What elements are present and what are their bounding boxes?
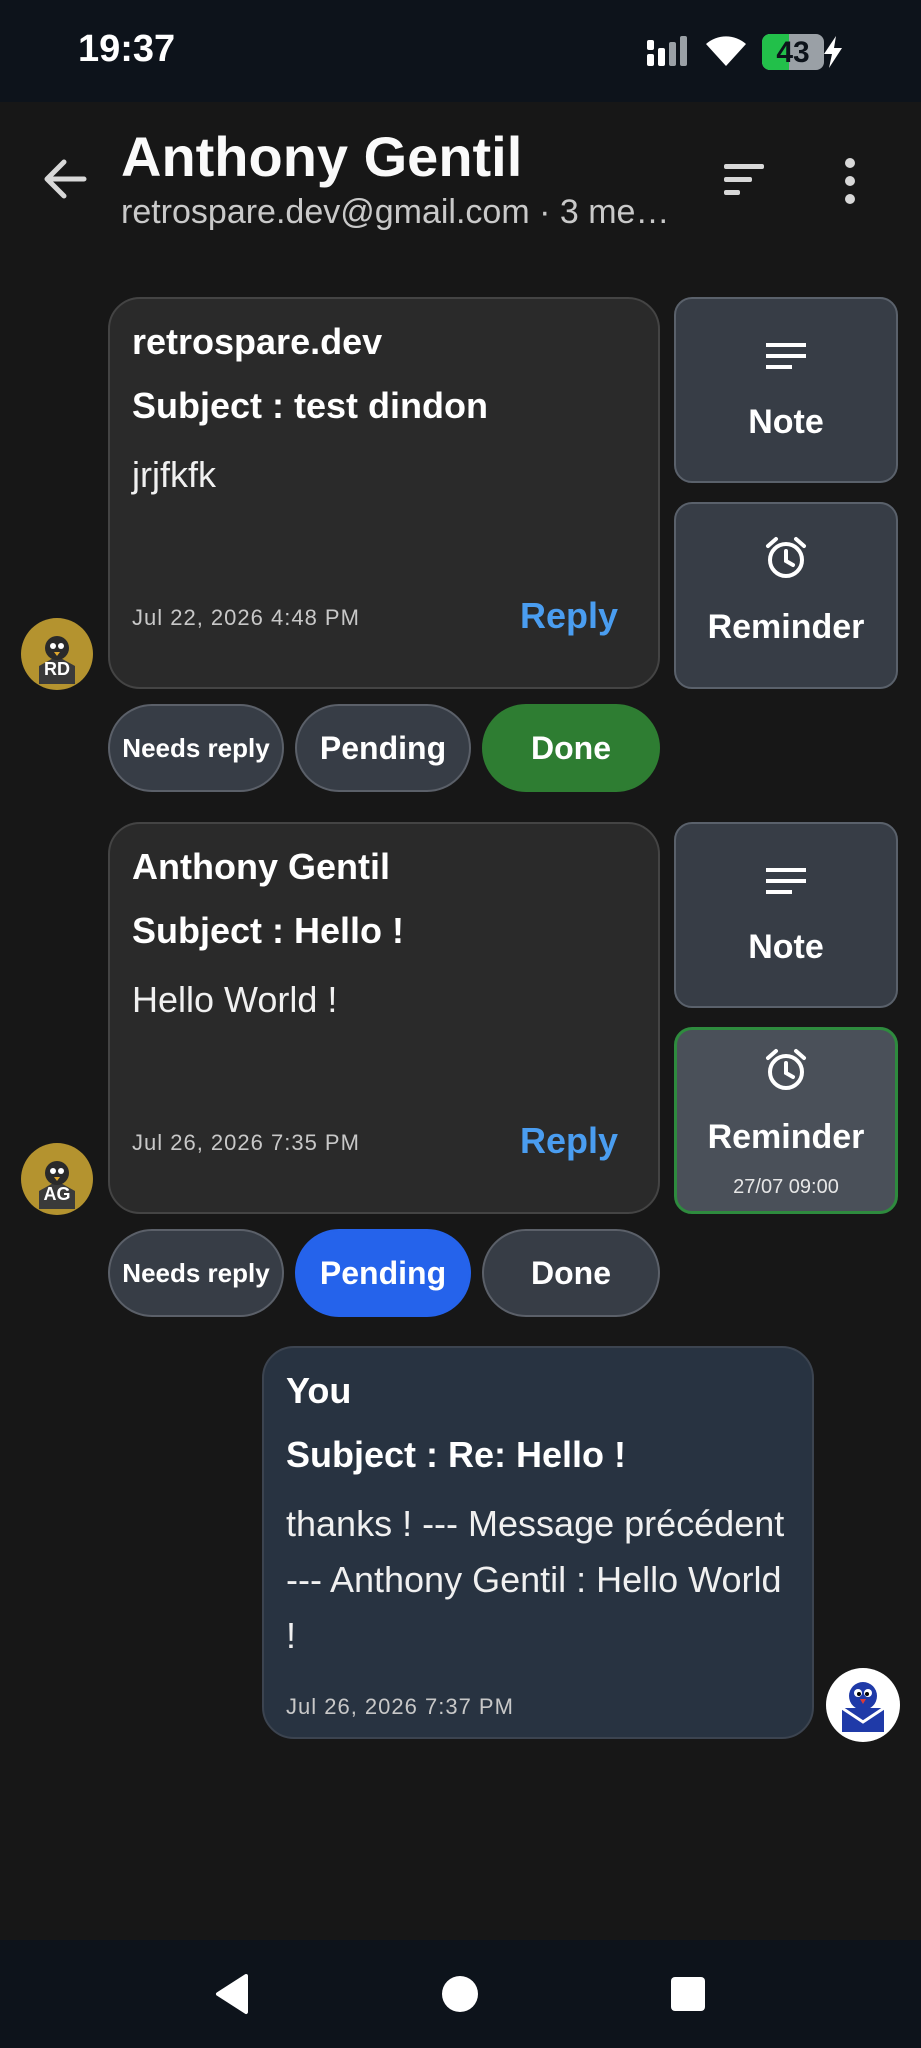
battery-icon: 43 bbox=[762, 34, 824, 70]
reminder-label: Reminder bbox=[707, 1118, 865, 1156]
message-card[interactable]: Anthony Gentil Subject : Hello ! Hello W… bbox=[108, 822, 660, 1214]
note-button[interactable]: Note bbox=[674, 297, 898, 483]
alarm-clock-icon bbox=[766, 1049, 806, 1090]
message-date: Jul 26, 2026 7:37 PM bbox=[286, 1694, 514, 1719]
message-subject: Subject : Re: Hello ! bbox=[286, 1434, 627, 1475]
avatar: AG bbox=[21, 1143, 93, 1215]
my-avatar bbox=[826, 1668, 900, 1742]
message-card[interactable]: retrospare.dev Subject : test dindon jrj… bbox=[108, 297, 660, 689]
status-time: 19:37 bbox=[78, 28, 176, 70]
message-body: jrjfkfk bbox=[132, 454, 216, 495]
message-subject: Subject : Hello ! bbox=[132, 910, 405, 951]
nav-home-icon[interactable] bbox=[440, 1974, 480, 2014]
status-needs-reply[interactable]: Needs reply bbox=[108, 1229, 284, 1317]
avatar-initials: AG bbox=[43, 1184, 71, 1204]
status-pending[interactable]: Pending bbox=[295, 704, 471, 792]
note-label: Note bbox=[748, 928, 824, 966]
reminder-button[interactable]: Reminder bbox=[674, 502, 898, 689]
alarm-clock-icon bbox=[766, 537, 806, 578]
message-subject: Subject : test dindon bbox=[132, 385, 488, 426]
status-done[interactable]: Done bbox=[482, 704, 660, 792]
reminder-button[interactable]: Reminder 27/07 09:00 bbox=[674, 1027, 898, 1214]
avatar-initials: RD bbox=[44, 659, 70, 679]
message-date: Jul 22, 2026 4:48 PM bbox=[132, 605, 360, 630]
reminder-time: 27/07 09:00 bbox=[733, 1176, 839, 1198]
nav-recents-icon[interactable] bbox=[670, 1976, 706, 2012]
message-sender: Anthony Gentil bbox=[132, 846, 390, 887]
notes-icon bbox=[766, 343, 806, 369]
status-pending[interactable]: Pending bbox=[295, 1229, 471, 1317]
message-sender: retrospare.dev bbox=[132, 321, 383, 362]
conversation-title: Anthony Gentil bbox=[121, 125, 523, 188]
reminder-label: Reminder bbox=[707, 608, 865, 646]
message-date: Jul 26, 2026 7:35 PM bbox=[132, 1130, 360, 1155]
note-label: Note bbox=[748, 403, 824, 441]
reply-button[interactable]: Reply bbox=[520, 1120, 618, 1162]
back-arrow-icon[interactable] bbox=[38, 152, 92, 206]
sort-icon[interactable] bbox=[716, 160, 772, 200]
charging-bolt-icon bbox=[824, 36, 842, 68]
message-body: Hello World ! bbox=[132, 979, 338, 1020]
more-vert-icon[interactable] bbox=[836, 156, 864, 206]
bird-mail-avatar-icon bbox=[841, 1682, 885, 1732]
note-button[interactable]: Note bbox=[674, 822, 898, 1008]
nav-back-icon[interactable] bbox=[210, 1972, 254, 2016]
message-sender: You bbox=[286, 1370, 352, 1411]
avatar: RD bbox=[21, 618, 93, 690]
reply-button[interactable]: Reply bbox=[520, 595, 618, 637]
notes-icon bbox=[766, 868, 806, 894]
conversation-subtitle: retrospare.dev@gmail.com · 3 me… bbox=[121, 193, 670, 231]
message-card-sent[interactable]: You Subject : Re: Hello ! thanks ! --- M… bbox=[262, 1346, 814, 1739]
message-body: thanks ! --- Message précédent --- Antho… bbox=[286, 1503, 785, 1656]
signal-icon bbox=[647, 36, 687, 66]
wifi-icon bbox=[706, 36, 746, 66]
status-needs-reply[interactable]: Needs reply bbox=[108, 704, 284, 792]
status-done[interactable]: Done bbox=[482, 1229, 660, 1317]
battery-level: 43 bbox=[776, 36, 810, 69]
